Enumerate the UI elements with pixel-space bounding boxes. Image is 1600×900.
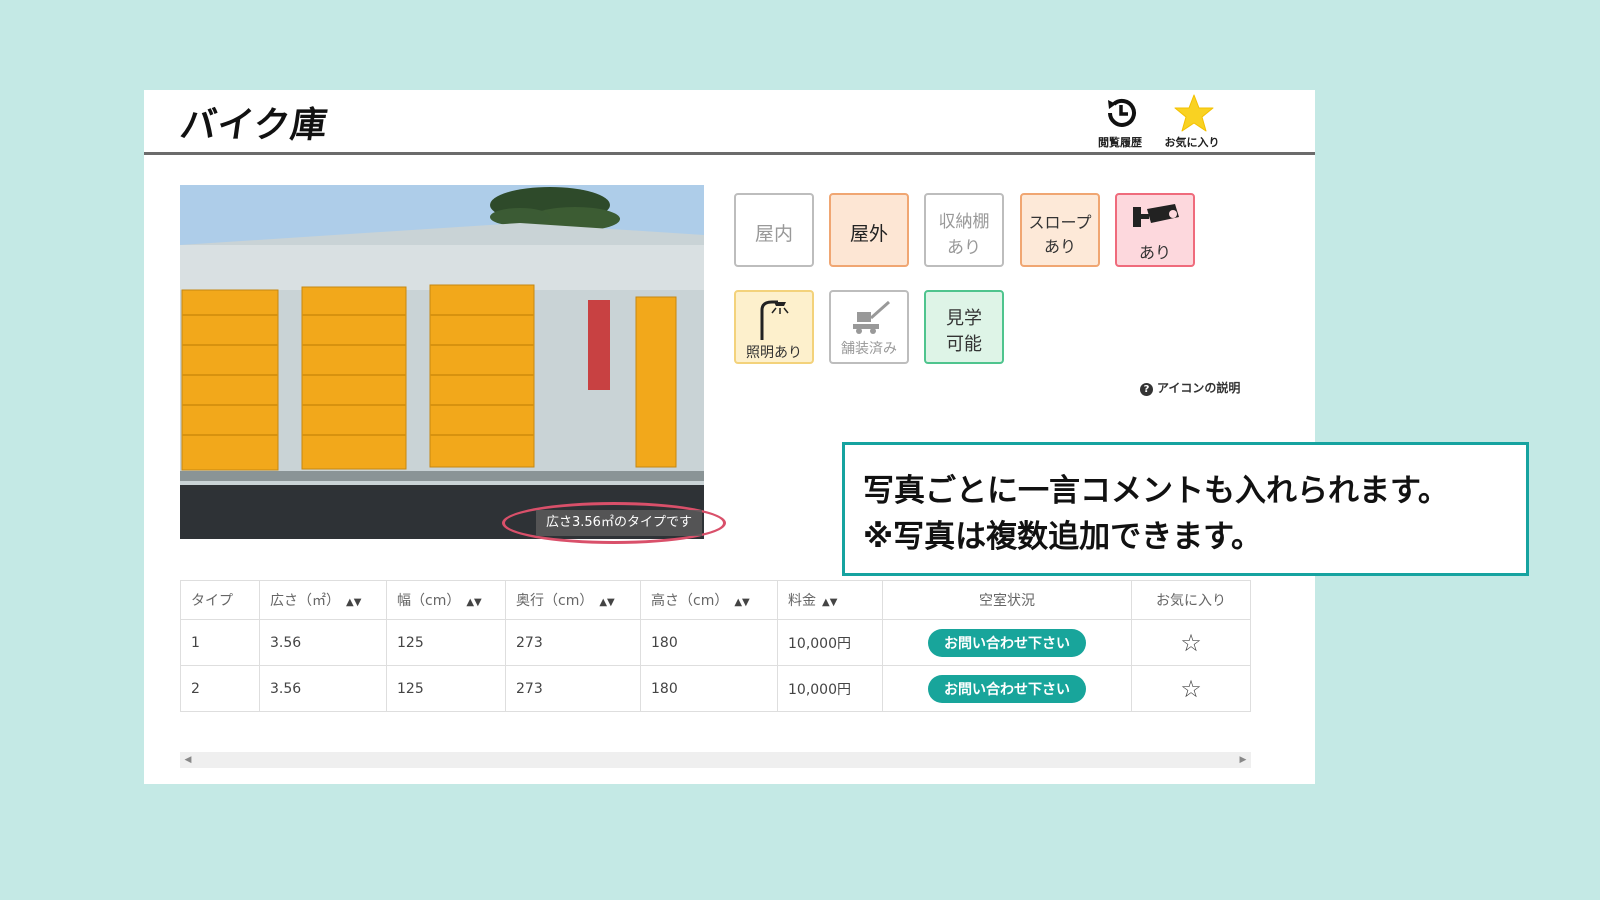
cell-status: お問い合わせ下さい (882, 619, 1132, 666)
col-depth-header[interactable]: 奥行（cm） ▲▼ (505, 580, 641, 620)
scroll-left-icon[interactable]: ◀ (180, 752, 196, 768)
annotation-callout: 写真ごとに一言コメントも入れられます。 ※写真は複数追加できます。 (842, 442, 1529, 576)
history-icon (1108, 98, 1136, 127)
col-type-header: タイプ (180, 580, 260, 620)
table-header-row: タイプ 広さ（㎡） ▲▼ 幅（cm） ▲▼ 奥行（cm） ▲▼ 高さ（cm） ▲▼ 料金… (180, 580, 1251, 620)
cell-price: 10,000円 (777, 619, 883, 666)
cell-status: お問い合わせ下さい (882, 665, 1132, 712)
star-outline-icon[interactable]: ☆ (1180, 629, 1202, 657)
cell-favorite: ☆ (1131, 619, 1251, 666)
street-light-icon (760, 300, 789, 340)
photo-caption: 広さ3.56㎡のタイプです (536, 510, 702, 536)
feature-tour-label-2: 可能 (946, 334, 982, 355)
feature-shelf: 収納棚 あり (924, 193, 1004, 267)
cell-width: 125 (386, 665, 506, 712)
col-width-header[interactable]: 幅（cm） ▲▼ (386, 580, 506, 620)
feature-lighting-label: 照明あり (746, 345, 802, 361)
sort-icon[interactable]: ▲▼ (822, 597, 837, 608)
callout-line-2: ※写真は複数追加できます。 (863, 519, 1263, 555)
col-area-header[interactable]: 広さ（㎡） ▲▼ (259, 580, 387, 620)
feature-slope-label-2: あり (1043, 237, 1076, 256)
icon-help-link[interactable]: ? アイコンの説明 (1140, 379, 1240, 396)
feature-outdoor-label: 屋外 (849, 223, 888, 245)
feature-slope-label-1: スロープ (1028, 213, 1092, 232)
col-height-header[interactable]: 高さ（cm） ▲▼ (640, 580, 778, 620)
favorites-label: お気に入り (1164, 136, 1220, 149)
sort-icon[interactable]: ▲▼ (466, 597, 481, 608)
header-divider (144, 152, 1315, 155)
site-header: バイク庫 閲覧履歴 お気に入り (144, 90, 1315, 154)
feature-slope: スロープ あり (1020, 193, 1100, 267)
feature-shelf-label-2: あり (947, 238, 981, 258)
feature-lighting: 照明あり (734, 290, 814, 364)
sort-icon[interactable]: ▲▼ (599, 597, 614, 608)
history-button[interactable]: 閲覧履歴 (1090, 92, 1150, 150)
inquiry-button[interactable]: お問い合わせ下さい (928, 674, 1086, 703)
cell-favorite: ☆ (1131, 665, 1251, 712)
feature-camera-label: あり (1138, 243, 1171, 262)
paving-roller-icon (853, 300, 890, 334)
cell-type: 2 (180, 665, 260, 712)
star-filled-icon (1174, 94, 1214, 132)
feature-outdoor: 屋外 (829, 193, 909, 267)
cell-area: 3.56 (259, 665, 387, 712)
sort-icon[interactable]: ▲▼ (346, 597, 361, 608)
feature-indoor-label: 屋内 (754, 223, 793, 245)
cell-height: 180 (640, 665, 778, 712)
unit-spec-table: タイプ 広さ（㎡） ▲▼ 幅（cm） ▲▼ 奥行（cm） ▲▼ 高さ（cm） ▲▼ 料金… (180, 580, 1251, 712)
security-camera-icon (1133, 204, 1179, 227)
col-favorite-header: お気に入り (1131, 580, 1251, 620)
cell-depth: 273 (505, 619, 641, 666)
site-logo[interactable]: バイク庫 (177, 96, 332, 148)
feature-paved-label: 舗装済み (841, 341, 897, 357)
icon-help-label: アイコンの説明 (1157, 381, 1241, 395)
feature-tour-label-1: 見学 (946, 308, 982, 329)
property-photo[interactable] (180, 185, 704, 539)
question-icon: ? (1140, 383, 1153, 396)
feature-camera: あり (1115, 193, 1195, 267)
horizontal-scrollbar[interactable]: ◀ ▶ (180, 752, 1251, 768)
scroll-right-icon[interactable]: ▶ (1235, 752, 1251, 768)
table-row: 2 3.56 125 273 180 10,000円 お問い合わせ下さい ☆ (180, 665, 1251, 712)
cell-price: 10,000円 (777, 665, 883, 712)
feature-tour: 見学 可能 (924, 290, 1004, 364)
cell-depth: 273 (505, 665, 641, 712)
cell-type: 1 (180, 619, 260, 666)
inquiry-button[interactable]: お問い合わせ下さい (928, 628, 1086, 657)
cell-area: 3.56 (259, 619, 387, 666)
sort-icon[interactable]: ▲▼ (734, 597, 749, 608)
cell-width: 125 (386, 619, 506, 666)
favorites-button[interactable]: お気に入り (1162, 92, 1222, 150)
cell-height: 180 (640, 619, 778, 666)
feature-paved: 舗装済み (829, 290, 909, 364)
col-price-header[interactable]: 料金 ▲▼ (777, 580, 883, 620)
feature-shelf-label-1: 収納棚 (938, 212, 990, 232)
feature-indoor: 屋内 (734, 193, 814, 267)
star-outline-icon[interactable]: ☆ (1180, 675, 1202, 703)
callout-line-1: 写真ごとに一言コメントも入れられます。 (863, 473, 1449, 509)
storage-container-image (180, 185, 704, 539)
col-status-header: 空室状況 (882, 580, 1132, 620)
table-row: 1 3.56 125 273 180 10,000円 お問い合わせ下さい ☆ (180, 619, 1251, 666)
history-label: 閲覧履歴 (1098, 136, 1142, 149)
